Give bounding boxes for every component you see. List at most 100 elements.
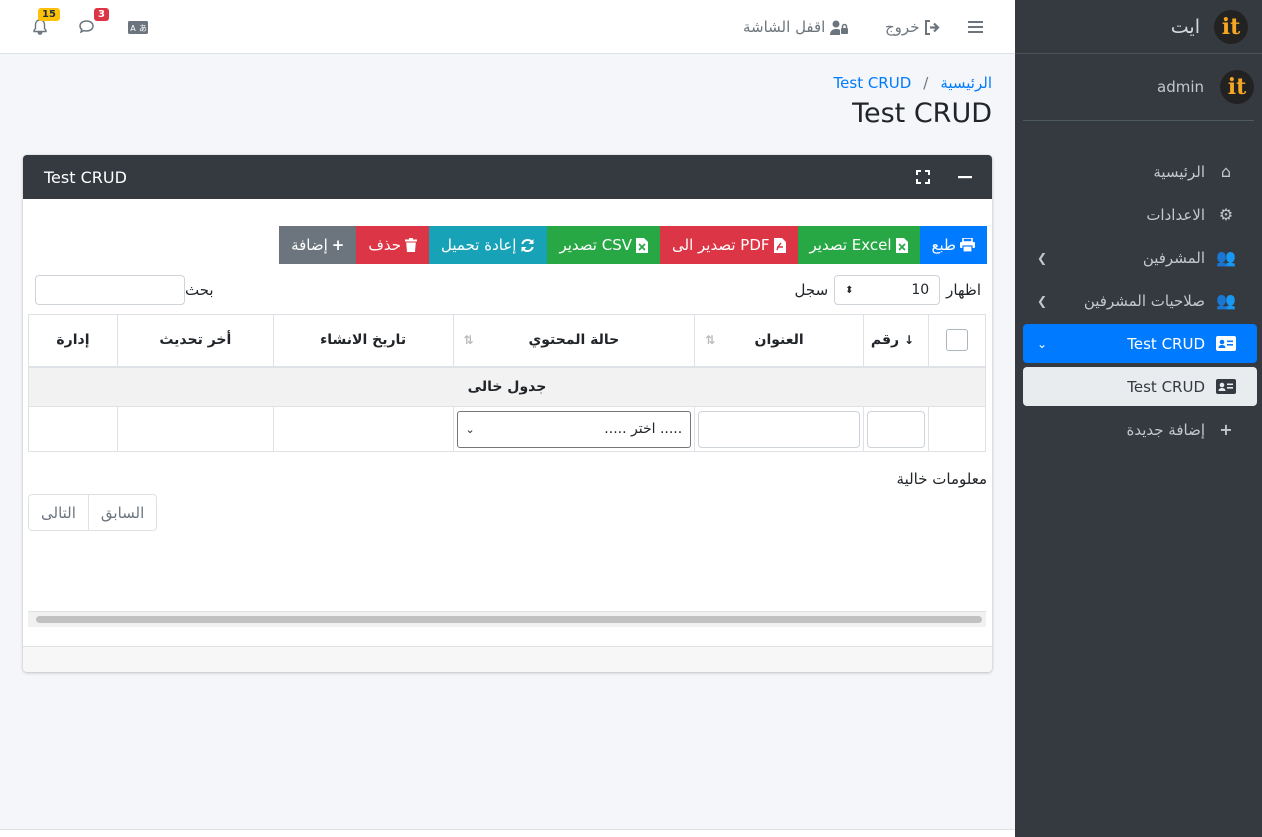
filter-cell xyxy=(272,406,454,452)
scrollbar-thumb[interactable] xyxy=(36,616,982,623)
column-header-status[interactable]: ⇅ حالة المحتوي xyxy=(452,314,696,368)
search-control: بحث xyxy=(35,275,214,305)
id-card-icon xyxy=(1216,379,1236,394)
records-label: سجل xyxy=(794,281,829,299)
column-header-id[interactable]: ↓ رقم xyxy=(863,314,929,368)
plus-icon: + xyxy=(331,236,345,254)
main-sidebar: ايت it admin it الرئيسية ⌂ الاعدادات ⚙ ❮… xyxy=(1015,0,1262,837)
export-pdf-button[interactable]: تصدير الى PDF xyxy=(660,226,798,264)
column-header-actions: إدارة xyxy=(28,314,118,368)
user-name: admin xyxy=(1157,78,1204,96)
card-tools xyxy=(916,155,972,199)
search-input[interactable] xyxy=(35,275,185,305)
select-all-checkbox[interactable] xyxy=(945,329,968,352)
messages-button[interactable]: 3 xyxy=(78,0,109,54)
card-footer xyxy=(23,646,992,672)
title-filter-input[interactable] xyxy=(698,410,861,448)
column-label: أخر تحديث xyxy=(159,332,232,349)
id-filter-input[interactable] xyxy=(867,410,925,448)
sign-out-icon xyxy=(925,19,941,35)
expand-icon[interactable] xyxy=(916,170,930,184)
page-size-select[interactable]: ⬍ 10 xyxy=(834,275,941,305)
content-wrapper: Test CRUD / الرئيسية Test CRUD Test CRUD… xyxy=(0,54,1015,830)
id-card-icon xyxy=(1216,336,1236,351)
brand-logo: it xyxy=(1214,9,1248,44)
lock-screen-label: اقفل الشاشة xyxy=(743,18,826,36)
table-header-row: إدارة أخر تحديث تاريخ الانشاء ⇅ حالة المح… xyxy=(28,314,987,368)
sidebar-item-permissions[interactable]: ❮ صلاحيات المشرفين 👥 xyxy=(1023,281,1257,320)
user-lock-icon xyxy=(830,20,849,35)
sidebar-subitem-test-crud[interactable]: Test CRUD xyxy=(1023,367,1257,406)
notifications-button[interactable]: 15 xyxy=(32,0,60,54)
export-csv-button[interactable]: تصدير CSV xyxy=(547,226,660,264)
filter-cell xyxy=(28,406,118,452)
reload-label: إعادة تحميل xyxy=(441,236,517,254)
table-empty-row: جدول خالى xyxy=(28,366,986,407)
print-button[interactable]: طبع xyxy=(919,226,987,264)
delete-button[interactable]: حذف xyxy=(356,226,430,264)
page-size-value: 10 xyxy=(911,282,930,298)
reload-button[interactable]: إعادة تحميل xyxy=(429,226,548,264)
sort-icon: ⇅ xyxy=(705,333,716,347)
filter-cell xyxy=(694,406,865,452)
bell-icon xyxy=(33,18,47,35)
sidebar-subitem-add-new[interactable]: إضافة جديدة + xyxy=(1023,410,1257,449)
sidebar-item-label: الرئيسية xyxy=(1153,162,1205,181)
sidebar-item-label: Test CRUD xyxy=(1127,377,1205,396)
home-icon: ⌂ xyxy=(1220,162,1232,181)
sidebar-item-settings[interactable]: الاعدادات ⚙ xyxy=(1023,195,1257,234)
trash-icon xyxy=(405,238,418,252)
breadcrumb-home-link[interactable]: الرئيسية xyxy=(940,74,992,92)
export-csv-label: تصدير CSV xyxy=(559,236,632,254)
export-excel-button[interactable]: تصدير Excel xyxy=(797,226,920,264)
show-label: اظهار xyxy=(946,281,981,299)
previous-page-button[interactable]: السابق xyxy=(88,494,158,531)
table-filter-row: ⌄ ..... اختر ..... xyxy=(28,406,987,452)
minus-icon[interactable] xyxy=(958,170,972,184)
plus-icon: + xyxy=(1219,420,1233,439)
lock-screen-button[interactable]: اقفل الشاشة xyxy=(743,0,849,54)
empty-message: جدول خالى xyxy=(28,366,986,407)
file-pdf-icon xyxy=(773,237,786,253)
sidebar-item-test-crud[interactable]: ⌄ Test CRUD xyxy=(1023,324,1257,363)
cogs-icon: ⚙ xyxy=(1218,205,1234,224)
language-button[interactable]: Aあ xyxy=(128,0,148,54)
column-label: تاريخ الانشاء xyxy=(320,332,407,349)
users-icon: 👥 xyxy=(1216,248,1236,267)
sync-icon xyxy=(521,238,535,252)
status-filter-select[interactable]: ⌄ ..... اختر ..... xyxy=(456,410,692,448)
sidebar-item-label: المشرفين xyxy=(1142,248,1205,267)
sort-arrows-icon: ⬍ xyxy=(845,284,854,296)
sidebar-item-label: صلاحيات المشرفين xyxy=(1083,291,1205,310)
sidebar-toggle-button[interactable] xyxy=(968,0,983,54)
brand-link[interactable]: ايت it xyxy=(1015,0,1262,54)
svg-text:A: A xyxy=(130,24,136,33)
column-header-title[interactable]: ⇅ العنوان xyxy=(694,314,865,368)
delete-label: حذف xyxy=(368,236,402,254)
breadcrumb-current: Test CRUD xyxy=(833,74,912,92)
file-excel-icon xyxy=(895,237,908,253)
language-icon: Aあ xyxy=(128,20,148,34)
column-label: إدارة xyxy=(56,332,90,349)
logout-button[interactable]: خروج xyxy=(885,0,941,54)
horizontal-scrollbar[interactable] xyxy=(28,611,986,627)
filter-cell xyxy=(863,406,929,452)
breadcrumb-separator: / xyxy=(923,74,929,92)
comments-icon xyxy=(79,20,94,34)
sidebar-item-label: إضافة جديدة xyxy=(1126,420,1205,439)
file-excel-icon xyxy=(636,237,648,253)
add-button[interactable]: إضافة + xyxy=(279,226,357,264)
pagination: التالى السابق xyxy=(28,494,158,531)
sidebar-item-admins[interactable]: ❮ المشرفين 👥 xyxy=(1023,238,1257,277)
sidebar-item-home[interactable]: الرئيسية ⌂ xyxy=(1023,152,1257,191)
page-size-control: سجل ⬍ 10 اظهار xyxy=(795,275,981,305)
sidebar-item-label: Test CRUD xyxy=(1127,334,1205,353)
export-excel-label: تصدير Excel xyxy=(809,236,892,254)
users-icon: 👥 xyxy=(1216,291,1236,310)
chevron-left-icon: ❮ xyxy=(1037,250,1048,265)
user-panel[interactable]: admin it xyxy=(1023,54,1254,121)
filter-cell xyxy=(927,406,987,452)
user-avatar: it xyxy=(1220,70,1254,104)
next-page-button[interactable]: التالى xyxy=(28,494,89,531)
chevron-down-icon: ⌄ xyxy=(465,422,475,436)
